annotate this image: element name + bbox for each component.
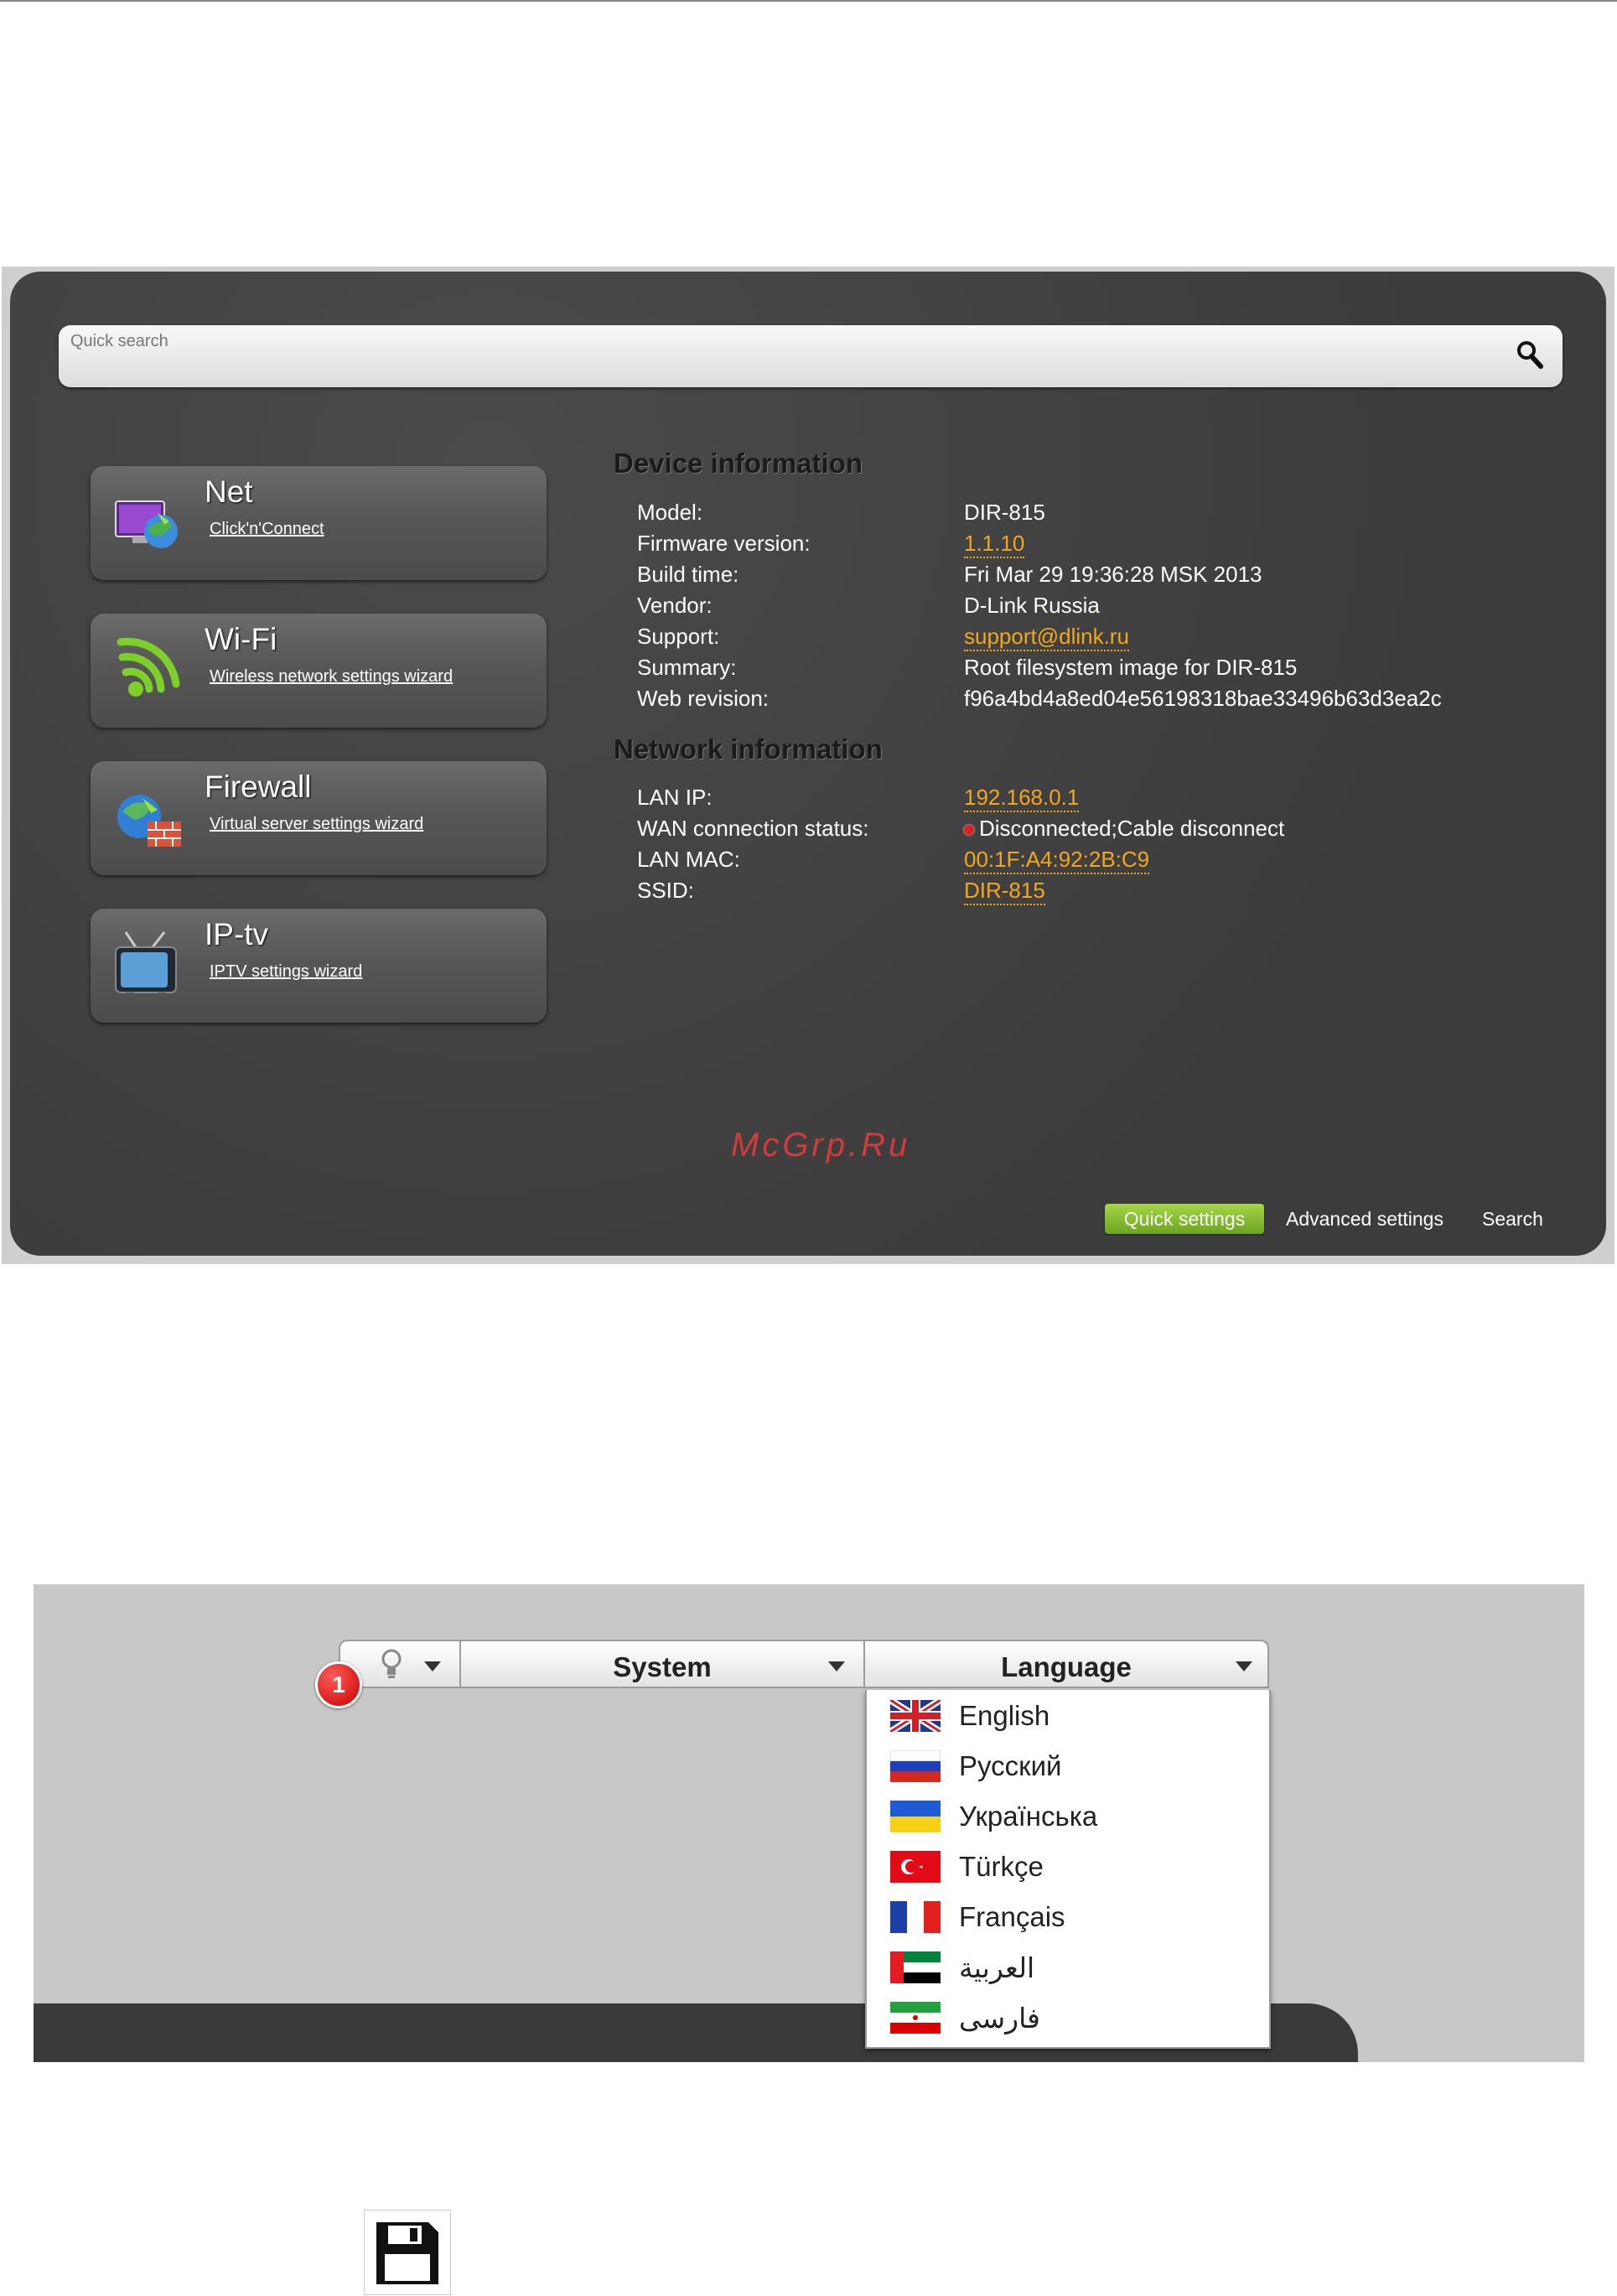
top-rule [0,0,1617,2]
tile-wifi-title: Wi-Fi [205,622,277,656]
language-dropdown: English Русский Українська Türkçe França… [865,1690,1271,2049]
firewall-icon [117,795,181,847]
tile-iptv-title: IP-tv [205,917,269,951]
wan-status-value: Disconnected;Cable disconnect [964,816,1284,842]
search-button[interactable]: Search [1482,1204,1543,1234]
language-label: English [959,1700,1050,1731]
web-revision-value: f96a4bd4a8ed04e56198318bae33496b63d3ea2c [964,686,1442,711]
tile-net[interactable]: Net Click'n'Connect [91,466,547,580]
language-option-turkish[interactable]: Türkçe [867,1841,1269,1891]
tile-firewall-title: Firewall [205,770,312,804]
ssid-link[interactable]: DIR-815 [964,878,1045,905]
tile-firewall[interactable]: Firewall Virtual server settings wizard [91,761,547,875]
info-label: SSID: [637,878,694,903]
info-label: LAN IP: [637,785,713,810]
language-option-arabic[interactable]: العربية [867,1941,1269,1992]
language-label: العربية [959,1952,1035,1983]
info-label: Model: [637,500,703,525]
chevron-down-icon [828,1661,845,1671]
info-label: Summary: [637,655,737,680]
tile-wifi-link[interactable]: Wireless network settings wizard [210,667,453,687]
quick-search-input[interactable] [69,329,1497,354]
status-red-dot-icon [964,825,974,836]
russia-flag-icon [890,1750,941,1782]
summary-value: Root filesystem image for DIR-815 [964,655,1298,680]
info-label: WAN connection status: [637,816,869,841]
watermark: McGrp.Ru [731,1127,911,1164]
advanced-settings-button[interactable]: Advanced settings [1286,1204,1443,1234]
france-flag-icon [890,1901,941,1933]
info-label: Vendor: [637,593,713,618]
language-option-russian[interactable]: Русский [867,1740,1269,1791]
device-info-title: Device information [614,448,863,479]
language-label: Русский [959,1750,1062,1781]
top-menu-bar: System Language [339,1640,1269,1692]
main-panel: Net Click'n'Connect Wi-Fi Wireless netwo… [10,272,1606,1256]
wifi-icon [117,637,180,697]
language-option-persian[interactable]: فارسی [867,1992,1269,2042]
tile-net-title: Net [205,474,253,509]
ukraine-flag-icon [890,1801,941,1832]
lan-ip-link[interactable]: 192.168.0.1 [964,785,1080,812]
system-menu[interactable]: System [459,1640,865,1688]
quick-settings-button[interactable]: Quick settings [1105,1204,1264,1234]
chevron-down-icon [1236,1661,1252,1671]
vendor-value: D-Link Russia [964,593,1100,618]
language-option-french[interactable]: Français [867,1891,1269,1941]
support-email-link[interactable]: support@dlink.ru [964,624,1129,651]
info-label: Support: [637,624,720,649]
language-option-ukrainian[interactable]: Українська [867,1791,1269,1841]
tv-icon [115,931,177,998]
save-floppy-icon[interactable] [373,2219,442,2288]
lightbulb-icon [381,1649,402,1678]
model-value: DIR-815 [964,500,1045,525]
language-menu-screenshot: System Language 1 English Русский Україн… [34,1584,1584,2062]
uae-flag-icon [890,1951,941,1983]
uk-flag-icon [890,1700,941,1732]
tile-firewall-link[interactable]: Virtual server settings wizard [210,815,423,834]
language-label: Türkçe [959,1851,1044,1882]
language-option-english[interactable]: English [867,1690,1269,1740]
info-label: Firmware version: [637,531,811,556]
info-label: LAN MAC: [637,847,740,872]
build-time-value: Fri Mar 29 19:36:28 MSK 2013 [964,562,1262,587]
info-label: Web revision: [637,686,770,711]
quick-search-bar[interactable] [59,325,1563,387]
language-label: Українська [959,1801,1098,1832]
chevron-down-icon [424,1661,441,1671]
router-home-screenshot: Net Click'n'Connect Wi-Fi Wireless netwo… [2,267,1614,1264]
language-label: فارسی [959,2003,1040,2034]
save-icon-frame [364,2210,451,2295]
firmware-version-link[interactable]: 1.1.10 [964,531,1025,558]
network-globe-icon [115,500,178,548]
wan-status-text: Disconnected;Cable disconnect [979,816,1285,841]
network-info-title: Network information [614,733,883,764]
info-label: Build time: [637,562,739,587]
language-label: Français [959,1901,1065,1932]
step-number-badge: 1 [315,1661,362,1708]
language-menu-label: Language [1001,1651,1132,1682]
language-menu[interactable]: Language [863,1640,1269,1688]
tile-iptv-link[interactable]: IPTV settings wizard [210,962,362,982]
system-menu-label: System [613,1651,712,1682]
tile-wifi[interactable]: Wi-Fi Wireless network settings wizard [91,614,547,728]
turkey-flag-icon [890,1851,941,1883]
iran-flag-icon [890,2002,941,2034]
search-icon[interactable] [1514,339,1547,372]
tile-iptv[interactable]: IP-tv IPTV settings wizard [91,909,547,1023]
tile-net-link[interactable]: Click'n'Connect [210,520,324,539]
lan-mac-link[interactable]: 00:1F:A4:92:2B:C9 [964,847,1150,874]
